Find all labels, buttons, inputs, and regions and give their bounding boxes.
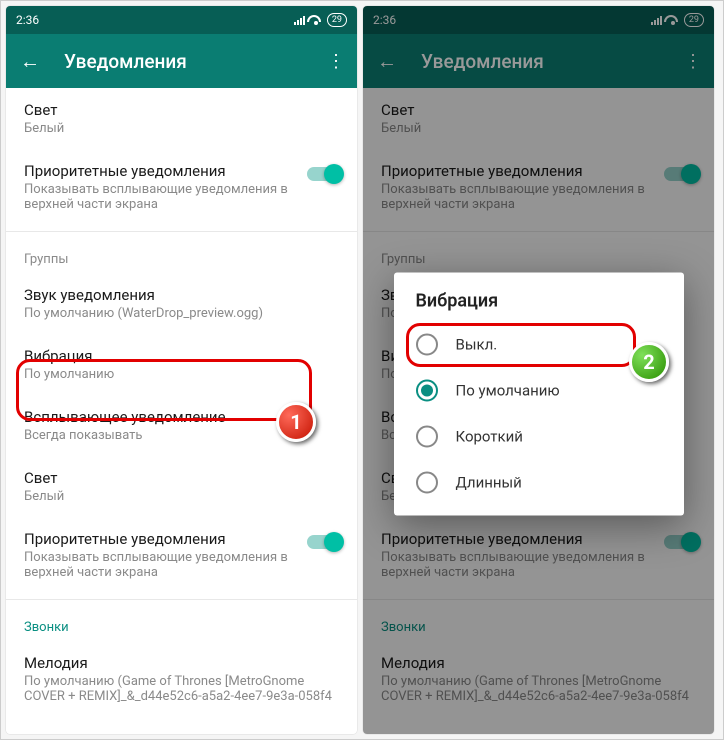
signal-icon (294, 15, 305, 25)
status-icons: 29 (651, 13, 704, 27)
setting-title: Приоритетные уведомления (24, 530, 297, 548)
setting-light[interactable]: Свет Белый (6, 88, 357, 149)
radio-icon (416, 379, 438, 401)
setting-light-2[interactable]: Свет Белый (6, 456, 357, 517)
radio-option-long[interactable]: Длинный (394, 459, 684, 505)
dialog-title: Вибрация (394, 290, 684, 321)
menu-icon[interactable]: ⋮ (327, 51, 343, 72)
battery-icon: 29 (327, 13, 347, 27)
radio-label: По умолчанию (456, 381, 560, 399)
phone-right: 2:36 29 ← Уведомления ⋮ Свет Белый Приор… (363, 6, 714, 734)
radio-label: Короткий (456, 427, 523, 445)
divider (6, 599, 357, 600)
setting-sound[interactable]: Звук уведомления По умолчанию (WaterDrop… (6, 273, 357, 334)
setting-desc: Показывать всплывающие уведомления в вер… (24, 182, 297, 212)
phone-left: 2:36 29 ← Уведомления ⋮ Свет Белый Приор… (6, 6, 357, 734)
setting-title: Вибрация (24, 347, 339, 365)
setting-priority-2[interactable]: Приоритетные уведомления Показывать вспл… (6, 517, 357, 593)
battery-icon: 29 (684, 13, 704, 27)
step-badge-1: 1 (276, 402, 316, 442)
signal-icon (651, 15, 662, 25)
page-title: Уведомления (421, 50, 660, 73)
section-groups: Группы (6, 238, 357, 273)
app-bar: ← Уведомления ⋮ (363, 34, 714, 88)
section-calls: Звонки (6, 606, 357, 641)
wifi-icon (309, 15, 323, 25)
app-bar: ← Уведомления ⋮ (6, 34, 357, 88)
menu-icon[interactable]: ⋮ (684, 51, 700, 72)
setting-value: По умолчанию (WaterDrop_preview.ogg) (24, 306, 339, 321)
setting-melody[interactable]: Мелодия По умолчанию (Game of Thrones [M… (6, 641, 357, 717)
status-time: 2:36 (16, 13, 39, 27)
setting-title: Свет (24, 101, 339, 119)
radio-icon (416, 425, 438, 447)
wifi-icon (666, 15, 680, 25)
vibration-dialog: Вибрация Выкл. По умолчанию Короткий Дли… (394, 272, 684, 515)
back-icon[interactable]: ← (377, 49, 397, 74)
setting-title: Свет (24, 469, 339, 487)
setting-priority[interactable]: Приоритетные уведомления Показывать вспл… (6, 149, 357, 225)
status-bar: 2:36 29 (6, 6, 357, 34)
status-icons: 29 (294, 13, 347, 27)
setting-title: Приоритетные уведомления (24, 162, 297, 180)
radio-label: Длинный (456, 473, 522, 491)
setting-value: По умолчанию (24, 367, 339, 382)
toggle-switch[interactable] (307, 167, 341, 181)
setting-value: Белый (24, 489, 339, 504)
page-title: Уведомления (64, 50, 303, 73)
divider (6, 231, 357, 232)
step-badge-2: 2 (629, 342, 669, 382)
setting-title: Мелодия (24, 654, 339, 672)
status-time: 2:36 (373, 13, 396, 27)
setting-value: Белый (24, 121, 339, 136)
setting-title: Звук уведомления (24, 286, 339, 304)
setting-vibration[interactable]: Вибрация По умолчанию (6, 334, 357, 395)
radio-icon (416, 471, 438, 493)
back-icon[interactable]: ← (20, 49, 40, 74)
radio-option-short[interactable]: Короткий (394, 413, 684, 459)
setting-desc: Показывать всплывающие уведомления в вер… (24, 550, 297, 580)
toggle-switch[interactable] (307, 535, 341, 549)
setting-value: По умолчанию (Game of Thrones [MetroGnom… (24, 674, 339, 704)
radio-icon (416, 333, 438, 355)
status-bar: 2:36 29 (363, 6, 714, 34)
radio-label: Выкл. (456, 335, 498, 353)
